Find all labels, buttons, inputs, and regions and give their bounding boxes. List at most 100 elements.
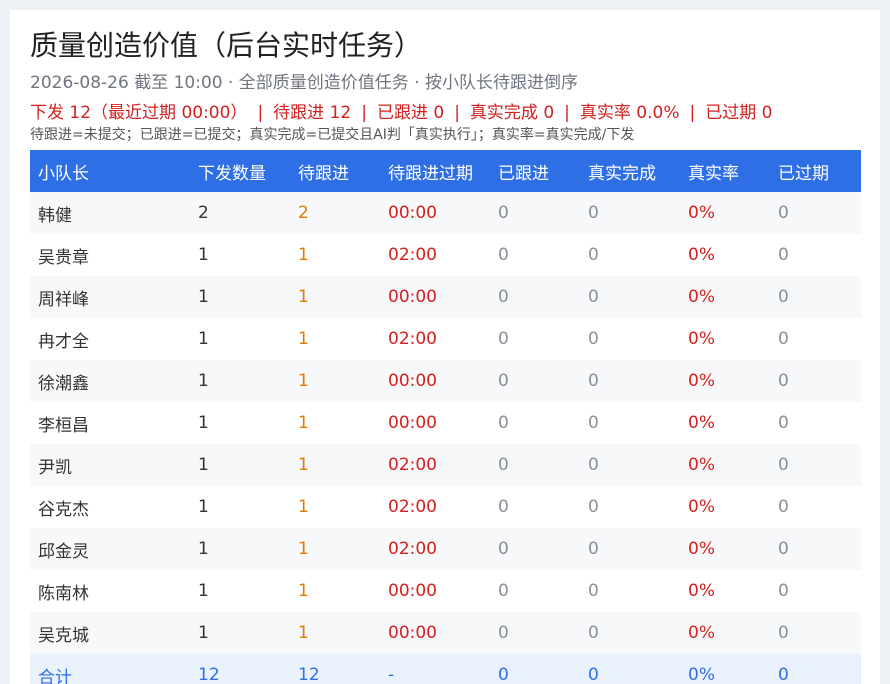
table-row: 周祥峰 1 1 00:00 0 0 0% 0: [30, 276, 861, 318]
cell-followed-count: 0: [498, 245, 509, 265]
total-pending-count: 12: [298, 665, 320, 684]
total-expired-count: 0: [778, 665, 789, 684]
column-header-issued-count: 下发数量: [198, 163, 266, 184]
cell-real-rate: 0%: [688, 623, 715, 643]
cell-real-rate: 0%: [688, 455, 715, 475]
cell-pending-count: 1: [298, 413, 309, 433]
stat-separator: |: [257, 103, 264, 123]
cell-expired-count: 0: [778, 497, 789, 517]
cell-real-complete-count: 0: [588, 203, 599, 223]
table-row: 陈南林 1 1 00:00 0 0 0% 0: [30, 570, 861, 612]
cell-issued-count: 1: [198, 245, 209, 265]
cell-followed-count: 0: [498, 581, 509, 601]
stat-followed: 已跟进 0: [376, 103, 445, 123]
cell-pending-expiry: 00:00: [388, 203, 437, 223]
cell-pending-count: 2: [298, 203, 309, 223]
report-card: 质量创造价值（后台实时任务） 2026-08-26 截至 10:00 · 全部质…: [10, 10, 880, 684]
cell-real-complete-count: 0: [588, 539, 599, 559]
cell-pending-count: 1: [298, 287, 309, 307]
cell-leader-name: 尹凯: [38, 457, 72, 478]
stat-real-complete: 真实完成 0: [469, 103, 555, 123]
cell-pending-expiry: 00:00: [388, 623, 437, 643]
table-row: 谷克杰 1 1 02:00 0 0 0% 0: [30, 486, 861, 528]
cell-pending-expiry: 00:00: [388, 413, 437, 433]
cell-real-rate: 0%: [688, 329, 715, 349]
cell-leader-name: 邱金灵: [38, 541, 89, 562]
total-issued-count: 12: [198, 665, 220, 684]
stat-separator: |: [564, 103, 570, 123]
cell-issued-count: 1: [198, 581, 209, 601]
table-row: 邱金灵 1 1 02:00 0 0 0% 0: [30, 528, 861, 570]
page-subtitle: 2026-08-26 截至 10:00 · 全部质量创造价值任务 · 按小队长待…: [30, 73, 579, 93]
cell-pending-count: 1: [298, 371, 309, 391]
cell-pending-expiry: 00:00: [388, 581, 437, 601]
cell-pending-count: 1: [298, 455, 309, 475]
cell-pending-expiry: 02:00: [388, 497, 437, 517]
cell-followed-count: 0: [498, 371, 509, 391]
cell-expired-count: 0: [778, 287, 789, 307]
cell-real-complete-count: 0: [588, 581, 599, 601]
legend-note: 待跟进=未提交；已跟进=已提交；真实完成=已提交且AI判「真实执行」；真实率=真…: [30, 127, 635, 143]
column-header-pending-count: 待跟进: [298, 163, 349, 184]
cell-issued-count: 1: [198, 539, 209, 559]
cell-expired-count: 0: [778, 539, 789, 559]
stat-separator: |: [361, 103, 367, 123]
cell-real-complete-count: 0: [588, 287, 599, 307]
cell-followed-count: 0: [498, 497, 509, 517]
cell-followed-count: 0: [498, 203, 509, 223]
leader-table: 小队长 下发数量 待跟进 待跟进过期 已跟进 真实完成 真实率 已过期 韩健 2 2 00:00 0 0…: [30, 150, 861, 684]
table-row: 吴贵章 1 1 02:00 0 0 0% 0: [30, 234, 861, 276]
stat-pending: 待跟进 12: [273, 103, 352, 123]
cell-real-complete-count: 0: [588, 497, 599, 517]
cell-pending-count: 1: [298, 497, 309, 517]
summary-stats: 下发 12（最近过期 00:00） | 待跟进 12 | 已跟进 0 | 真实完成 0 | 真实…: [30, 98, 772, 123]
table-row: 尹凯 1 1 02:00 0 0 0% 0: [30, 444, 861, 486]
table-total-row: 合计 12 12 - 0 0 0% 0: [30, 654, 861, 684]
table-row: 韩健 2 2 00:00 0 0 0% 0: [30, 192, 861, 234]
cell-expired-count: 0: [778, 203, 789, 223]
cell-issued-count: 1: [198, 455, 209, 475]
cell-real-rate: 0%: [688, 287, 715, 307]
cell-real-rate: 0%: [688, 581, 715, 601]
column-header-leader-name: 小队长: [38, 163, 89, 184]
table-row: 徐潮鑫 1 1 00:00 0 0 0% 0: [30, 360, 861, 402]
cell-real-rate: 0%: [688, 245, 715, 265]
cell-issued-count: 1: [198, 623, 209, 643]
page-title: 质量创造价值（后台实时任务）: [30, 29, 423, 62]
stat-expired: 已过期 0: [705, 103, 773, 123]
cell-leader-name: 周祥峰: [38, 289, 89, 310]
cell-pending-count: 1: [298, 581, 309, 601]
cell-pending-expiry: 00:00: [388, 371, 437, 391]
total-real-rate: 0%: [688, 665, 715, 684]
cell-pending-count: 1: [298, 539, 309, 559]
total-leader-name: 合计: [38, 667, 72, 684]
cell-issued-count: 1: [198, 371, 209, 391]
cell-followed-count: 0: [498, 455, 509, 475]
total-real-complete-count: 0: [588, 665, 599, 684]
cell-pending-count: 1: [298, 245, 309, 265]
column-header-real-complete-count: 真实完成: [588, 163, 656, 184]
cell-leader-name: 陈南林: [38, 583, 89, 604]
cell-followed-count: 0: [498, 623, 509, 643]
stat-separator: |: [454, 103, 460, 123]
cell-pending-expiry: 02:00: [388, 245, 437, 265]
column-header-real-rate: 真实率: [688, 163, 739, 184]
cell-leader-name: 韩健: [38, 205, 72, 226]
cell-issued-count: 1: [198, 497, 209, 517]
cell-issued-count: 1: [198, 329, 209, 349]
stat-issued: 下发 12（最近过期 00:00）: [30, 103, 248, 123]
cell-followed-count: 0: [498, 287, 509, 307]
cell-leader-name: 徐潮鑫: [38, 373, 89, 394]
table-row: 李桓昌 1 1 00:00 0 0 0% 0: [30, 402, 861, 444]
total-pending-expiry: -: [388, 665, 395, 684]
cell-expired-count: 0: [778, 245, 789, 265]
column-header-pending-expiry: 待跟进过期: [388, 163, 473, 184]
stat-real-rate: 真实率 0.0%: [579, 103, 680, 123]
total-followed-count: 0: [498, 665, 509, 684]
cell-expired-count: 0: [778, 371, 789, 391]
table-row: 吴克城 1 1 00:00 0 0 0% 0: [30, 612, 861, 654]
cell-leader-name: 吴贵章: [38, 247, 89, 268]
cell-real-complete-count: 0: [588, 329, 599, 349]
cell-pending-expiry: 02:00: [388, 455, 437, 475]
cell-real-rate: 0%: [688, 203, 715, 223]
